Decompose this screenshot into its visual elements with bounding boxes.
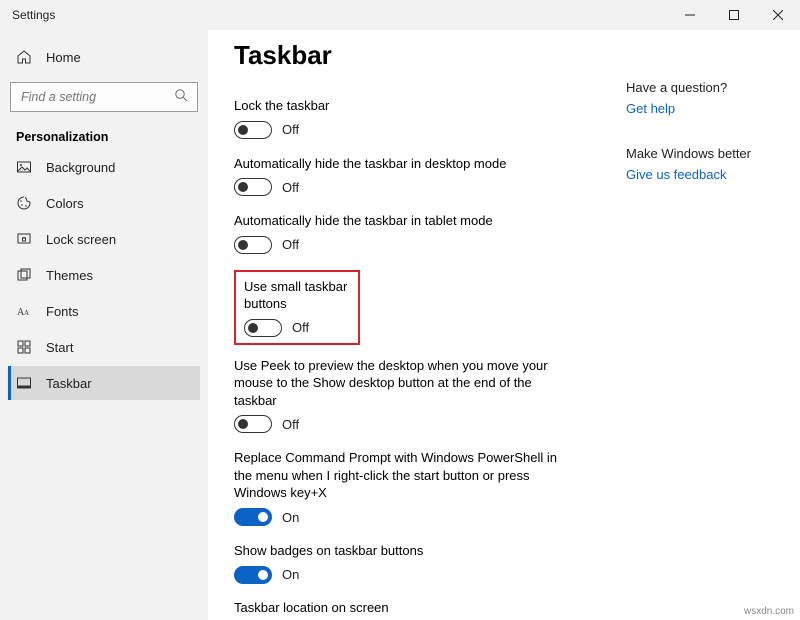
- page-heading: Taskbar: [234, 40, 596, 71]
- search-icon: [174, 88, 190, 104]
- search-input[interactable]: [10, 82, 198, 112]
- sidebar-item-themes[interactable]: Themes: [8, 258, 200, 292]
- content: Taskbar Lock the taskbar Off Automatical…: [234, 40, 596, 610]
- right-rail: Have a question? Get help Make Windows b…: [626, 40, 751, 610]
- window-title: Settings: [12, 8, 55, 22]
- toggle-autohide-desktop[interactable]: [234, 178, 272, 196]
- search-wrap: [10, 82, 198, 112]
- setting-peek: Use Peek to preview the desktop when you…: [234, 357, 596, 434]
- feedback-link[interactable]: Give us feedback: [626, 167, 751, 182]
- close-button[interactable]: [756, 0, 800, 30]
- sidebar-item-colors[interactable]: Colors: [8, 186, 200, 220]
- sidebar-item-taskbar[interactable]: Taskbar: [8, 366, 200, 400]
- sidebar: Home Personalization Background Colors: [0, 30, 208, 620]
- start-icon: [16, 339, 32, 355]
- highlight-box: Use small taskbar buttons Off: [234, 270, 360, 345]
- sidebar-item-fonts[interactable]: AA Fonts: [8, 294, 200, 328]
- toggle-autohide-tablet[interactable]: [234, 236, 272, 254]
- better-heading: Make Windows better: [626, 146, 751, 161]
- toggle-badges[interactable]: [234, 566, 272, 584]
- toggle-small-buttons[interactable]: [244, 319, 282, 337]
- setting-autohide-desktop: Automatically hide the taskbar in deskto…: [234, 155, 596, 197]
- setting-autohide-tablet: Automatically hide the taskbar in tablet…: [234, 212, 596, 254]
- palette-icon: [16, 195, 32, 211]
- toggle-lock-taskbar[interactable]: [234, 121, 272, 139]
- sidebar-item-lockscreen[interactable]: Lock screen: [8, 222, 200, 256]
- nav-home[interactable]: Home: [8, 40, 200, 74]
- toggle-powershell[interactable]: [234, 508, 272, 526]
- picture-icon: [16, 159, 32, 175]
- attribution: wsxdn.com: [744, 606, 794, 617]
- setting-lock-taskbar: Lock the taskbar Off: [234, 97, 596, 139]
- get-help-link[interactable]: Get help: [626, 101, 751, 116]
- sidebar-category: Personalization: [8, 120, 200, 148]
- svg-text:A: A: [24, 309, 29, 317]
- maximize-button[interactable]: [712, 0, 756, 30]
- setting-powershell: Replace Command Prompt with Windows Powe…: [234, 449, 596, 526]
- window-controls: [668, 0, 800, 30]
- sidebar-item-start[interactable]: Start: [8, 330, 200, 364]
- setting-badges: Show badges on taskbar buttons On: [234, 542, 596, 584]
- nav-home-label: Home: [46, 50, 81, 65]
- lockscreen-icon: [16, 231, 32, 247]
- question-heading: Have a question?: [626, 80, 751, 95]
- fonts-icon: AA: [16, 303, 32, 319]
- main-panel: Taskbar Lock the taskbar Off Automatical…: [208, 30, 800, 620]
- select-label-location: Taskbar location on screen: [234, 600, 596, 615]
- sidebar-item-background[interactable]: Background: [8, 150, 200, 184]
- window-titlebar: Settings: [0, 0, 800, 30]
- taskbar-icon: [16, 375, 32, 391]
- toggle-peek[interactable]: [234, 415, 272, 433]
- themes-icon: [16, 267, 32, 283]
- home-icon: [16, 49, 32, 65]
- minimize-button[interactable]: [668, 0, 712, 30]
